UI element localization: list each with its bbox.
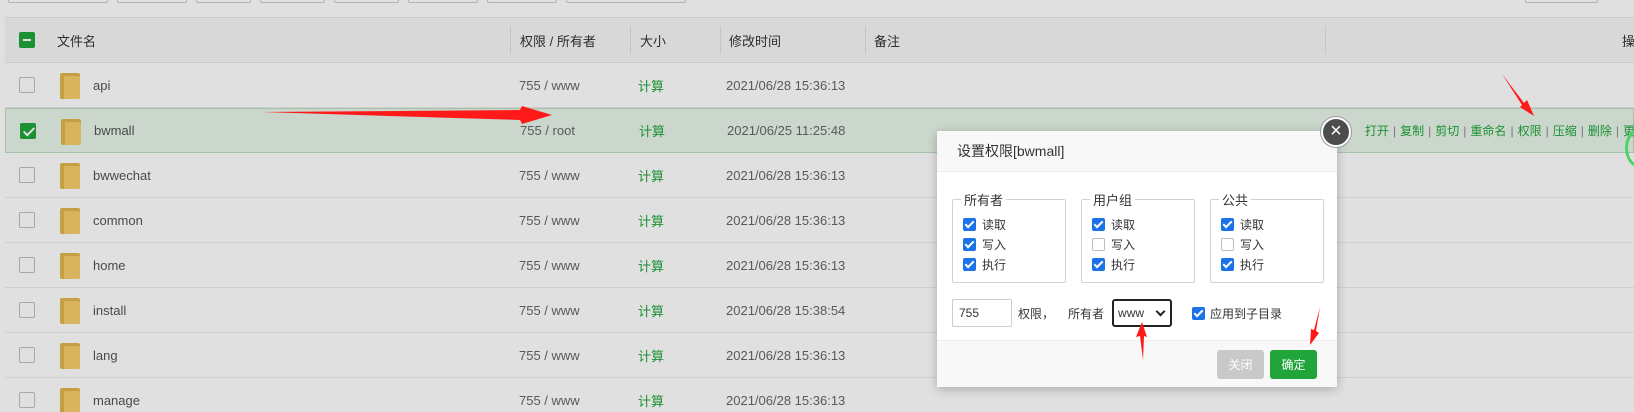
owner-write-label: 写入 [982,238,1007,252]
public-exec[interactable]: 执行 [1221,256,1264,273]
owner-label: 所有者 [1068,306,1105,321]
usergroup-group: 用户组 读取 写入 执行 [1081,190,1195,283]
usergroup-write[interactable]: 写入 [1092,236,1135,253]
apply-subdir[interactable]: 应用到子目录 [1192,305,1282,322]
perm-settings-row: 权限， 所有者 www 应用到子目录 [952,299,1282,327]
public-read-label: 读取 [1240,218,1265,232]
owner-exec[interactable]: 执行 [963,256,1006,273]
owner-exec-checkbox[interactable] [963,258,976,271]
usergroup-read-checkbox[interactable] [1092,218,1105,231]
close-button[interactable]: 关闭 [1217,350,1264,379]
usergroup-read[interactable]: 读取 [1092,216,1135,233]
perm-value-input[interactable] [952,299,1012,327]
apply-subdir-label: 应用到子目录 [1210,306,1283,321]
public-read-checkbox[interactable] [1221,218,1234,231]
usergroup-write-label: 写入 [1111,238,1136,252]
perm-label: 权限， [1018,306,1055,321]
public-write-checkbox[interactable] [1221,238,1234,251]
owner-exec-label: 执行 [982,258,1007,272]
owner-write-checkbox[interactable] [963,238,976,251]
public-write-label: 写入 [1240,238,1265,252]
public-read[interactable]: 读取 [1221,216,1264,233]
apply-subdir-checkbox[interactable] [1192,306,1206,320]
public-legend: 公共 [1219,190,1252,209]
usergroup-exec[interactable]: 执行 [1092,256,1135,273]
owner-read[interactable]: 读取 [963,216,1006,233]
owner-read-label: 读取 [982,218,1007,232]
usergroup-legend: 用户组 [1090,190,1136,209]
dialog-footer: 关闭 确定 [937,340,1337,387]
owner-write[interactable]: 写入 [963,236,1006,253]
permission-dialog: 设置权限[bwmall] × 所有者 读取 写入 执行 用户组 读取 写入 执行… [937,117,1351,387]
close-icon[interactable]: × [1321,117,1351,147]
file-manager: 文件名 权限 / 所有者 大小 修改时间 备注 操 api 755 / www … [0,0,1634,412]
owner-read-checkbox[interactable] [963,218,976,231]
confirm-button[interactable]: 确定 [1270,350,1317,379]
usergroup-write-checkbox[interactable] [1092,238,1105,251]
modal-overlay [0,0,1634,412]
usergroup-read-label: 读取 [1111,218,1136,232]
public-write[interactable]: 写入 [1221,236,1264,253]
public-group: 公共 读取 写入 执行 [1210,190,1324,283]
owner-legend: 所有者 [961,190,1007,209]
owner-select[interactable]: www [1112,299,1173,327]
owner-group: 所有者 读取 写入 执行 [952,190,1066,283]
chevron-down-icon [1155,306,1166,316]
public-exec-label: 执行 [1240,258,1265,272]
usergroup-exec-label: 执行 [1111,258,1136,272]
owner-select-value: www [1118,306,1145,320]
dialog-title: 设置权限[bwmall] [937,131,1337,172]
public-exec-checkbox[interactable] [1221,258,1234,271]
usergroup-exec-checkbox[interactable] [1092,258,1105,271]
